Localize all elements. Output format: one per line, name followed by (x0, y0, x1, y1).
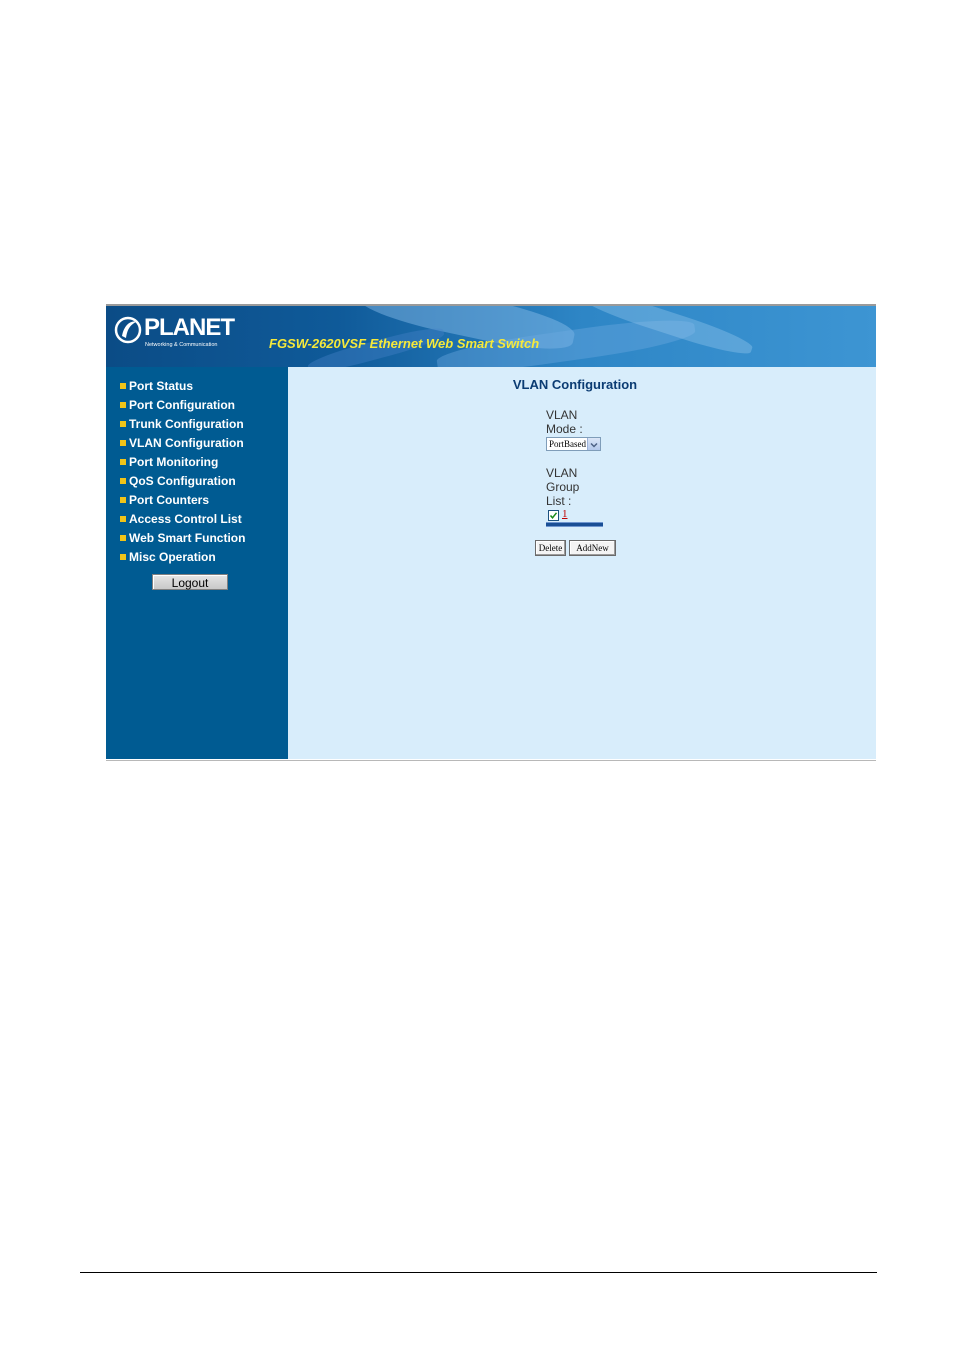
main-content: VLAN Configuration VLAN Mode : PortBased… (288, 367, 876, 759)
sidebar-item-label: Port Monitoring (129, 455, 219, 469)
vlan-group-label-2: Group (546, 480, 580, 494)
logo-tagline: Networking & Communication (145, 342, 218, 348)
bullet-icon (120, 497, 126, 503)
bullet-icon (120, 383, 126, 389)
sidebar-item-label: Access Control List (129, 512, 242, 526)
vlan-group-label-3: List : (546, 494, 572, 508)
vlan-group-checkbox[interactable] (548, 510, 559, 521)
sidebar-item-label: Misc Operation (129, 550, 216, 564)
bullet-icon (120, 535, 126, 541)
bullet-icon (120, 478, 126, 484)
sidebar-item-label: Port Configuration (129, 398, 235, 412)
sidebar-item-port-counters[interactable]: Port Counters (120, 491, 209, 509)
product-title: FGSW-2620VSF Ethernet Web Smart Switch (269, 336, 540, 351)
header-banner: PLANET Networking & Communication FGSW-2… (106, 306, 876, 367)
bullet-icon (120, 459, 126, 465)
planet-logo-icon (114, 316, 142, 344)
sidebar-item-vlan-configuration[interactable]: VLAN Configuration (120, 434, 244, 452)
addnew-button[interactable]: AddNew (569, 540, 616, 556)
bullet-icon (120, 402, 126, 408)
footer-rule (80, 1272, 877, 1273)
logout-button[interactable]: Logout (152, 574, 228, 590)
sidebar-item-access-control-list[interactable]: Access Control List (120, 510, 242, 528)
sidebar-item-label: Port Counters (129, 493, 210, 507)
sidebar-item-label: QoS Configuration (129, 474, 236, 488)
sidebar-item-trunk-configuration[interactable]: Trunk Configuration (120, 415, 244, 433)
group-list-scrollbar[interactable] (546, 522, 603, 527)
bullet-icon (120, 516, 126, 522)
sidebar-item-port-configuration[interactable]: Port Configuration (120, 396, 235, 414)
planet-logo: PLANET Networking & Communication (114, 314, 244, 354)
switch-web-ui: PLANET Networking & Communication FGSW-2… (106, 304, 876, 761)
sidebar-item-web-smart-function[interactable]: Web Smart Function (120, 529, 245, 547)
sidebar-nav: Port Status Port Configuration Trunk Con… (106, 367, 288, 759)
vlan-group-link[interactable]: 1 (562, 508, 568, 520)
sidebar-item-port-status[interactable]: Port Status (120, 377, 193, 395)
vlan-mode-label-1: VLAN (546, 408, 578, 422)
dropdown-button[interactable] (587, 438, 600, 450)
bullet-icon (120, 421, 126, 427)
logo-wordmark: PLANET (144, 314, 235, 341)
bullet-icon (120, 440, 126, 446)
sidebar-item-label: Port Status (129, 379, 194, 393)
vlan-mode-value: PortBased (549, 439, 586, 449)
vlan-group-label-1: VLAN (546, 466, 578, 480)
chevron-down-icon (590, 442, 598, 448)
sidebar-item-qos-configuration[interactable]: QoS Configuration (120, 472, 236, 490)
sidebar-item-label: VLAN Configuration (129, 436, 244, 450)
bullet-icon (120, 554, 126, 560)
sidebar-item-label: Web Smart Function (129, 531, 246, 545)
page-title: VLAN Configuration (512, 377, 638, 392)
vlan-mode-label-2: Mode : (546, 422, 583, 436)
vlan-mode-select[interactable]: PortBased (546, 437, 601, 451)
checkmark-icon (549, 512, 558, 519)
delete-button[interactable]: Delete (535, 540, 566, 556)
sidebar-item-label: Trunk Configuration (129, 417, 244, 431)
sidebar-item-misc-operation[interactable]: Misc Operation (120, 548, 216, 566)
sidebar-item-port-monitoring[interactable]: Port Monitoring (120, 453, 218, 471)
